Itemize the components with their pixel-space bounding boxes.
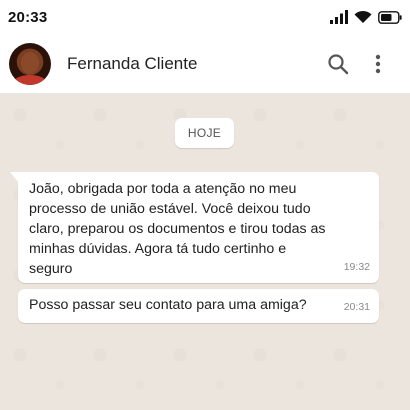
message-text: João, obrigada por toda a atenção no meu… <box>29 181 326 277</box>
more-vertical-icon <box>375 54 381 73</box>
status-icons <box>330 10 402 24</box>
more-options-button[interactable] <box>358 44 398 84</box>
search-icon <box>328 53 349 74</box>
battery-icon <box>378 10 402 24</box>
avatar[interactable] <box>9 42 51 85</box>
contact-name[interactable]: Fernanda Cliente <box>67 54 318 74</box>
message-text: Posso passar seu contato para uma amiga? <box>29 297 307 313</box>
search-button[interactable] <box>318 44 358 84</box>
wifi-icon <box>354 10 372 23</box>
date-divider: HOJE <box>175 118 234 148</box>
signal-icon <box>330 10 348 24</box>
message-time: 20:31 <box>343 301 370 313</box>
message-time: 19:32 <box>343 261 370 273</box>
chat-area[interactable]: HOJE João, obrigada por toda a atenção n… <box>0 95 410 410</box>
incoming-message[interactable]: Posso passar seu contato para uma amiga?… <box>18 289 379 323</box>
status-time: 20:33 <box>8 8 48 26</box>
status-bar: 20:33 <box>0 0 410 34</box>
incoming-message[interactable]: João, obrigada por toda a atenção no meu… <box>10 172 379 283</box>
chat-header: Fernanda Cliente <box>0 34 410 94</box>
